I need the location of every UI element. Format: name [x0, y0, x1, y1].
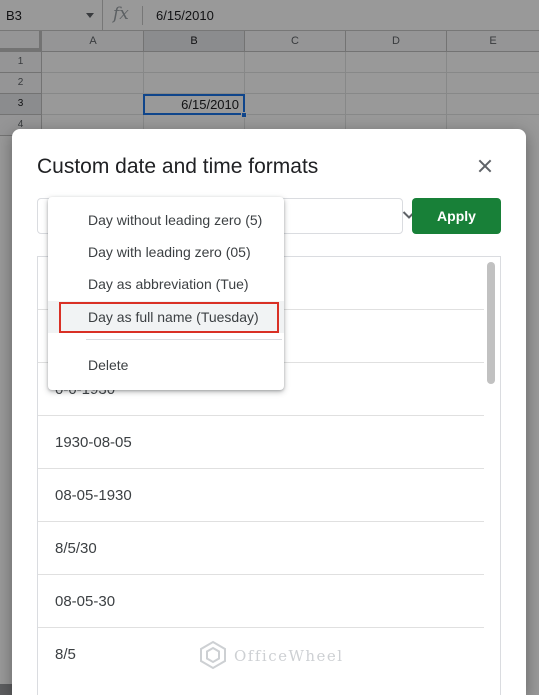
- officewheel-logo-icon: [200, 640, 226, 670]
- apply-button[interactable]: Apply: [412, 198, 501, 234]
- menu-item-label: Day as abbreviation (Tue): [88, 276, 249, 292]
- menu-item-day-as-abbreviation[interactable]: Day as abbreviation (Tue): [48, 268, 284, 300]
- format-row[interactable]: 1930-08-05: [38, 416, 484, 469]
- watermark: OfficeWheel: [198, 638, 348, 674]
- close-icon[interactable]: [472, 153, 498, 179]
- menu-item-delete[interactable]: Delete: [48, 349, 284, 381]
- format-row[interactable]: 8/5/30: [38, 522, 484, 575]
- list-scrollbar[interactable]: [487, 262, 495, 384]
- menu-item-label: Day without leading zero (5): [88, 212, 263, 228]
- menu-item-label: Day as full name (Tuesday): [88, 309, 259, 325]
- format-row[interactable]: 08-05-1930: [38, 469, 484, 522]
- menu-divider: [86, 339, 282, 340]
- menu-item-label: Delete: [88, 357, 129, 373]
- date-part-menu: Day without leading zero (5) Day with le…: [48, 197, 284, 390]
- format-row[interactable]: 08-05-30: [38, 575, 484, 628]
- menu-item-label: Day with leading zero (05): [88, 244, 251, 260]
- watermark-text: OfficeWheel: [234, 647, 344, 665]
- menu-item-day-without-leading-zero[interactable]: Day without leading zero (5): [48, 204, 284, 236]
- menu-item-day-with-leading-zero[interactable]: Day with leading zero (05): [48, 236, 284, 268]
- dialog-title: Custom date and time formats: [37, 155, 319, 178]
- menu-item-day-as-full-name[interactable]: Day as full name (Tuesday): [48, 301, 284, 333]
